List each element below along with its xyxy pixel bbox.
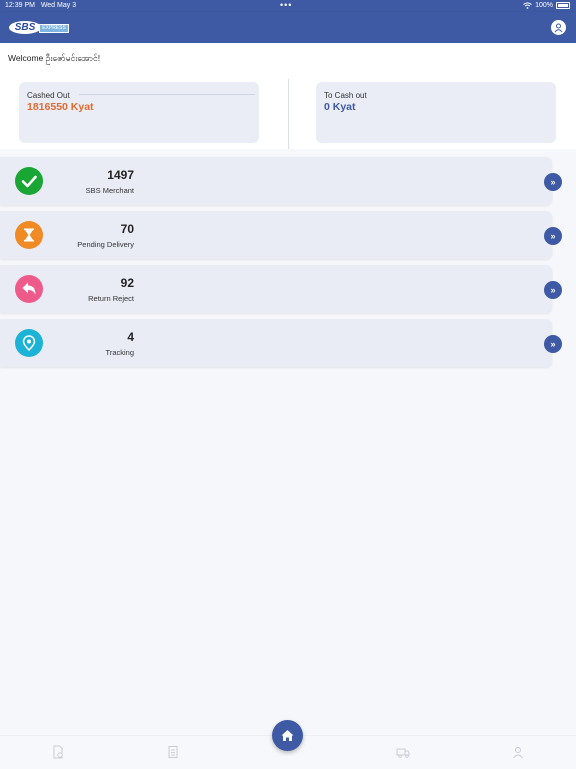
row-return-reject[interactable]: 92 Return Reject <box>0 265 552 313</box>
status-time: 12:39 PM Wed May 3 <box>5 2 77 9</box>
logo-tag: EXPRESS <box>39 24 69 33</box>
tracking-arrow-button[interactable]: » <box>544 335 562 353</box>
row-label: Return Reject <box>88 294 134 303</box>
home-button[interactable] <box>272 720 303 751</box>
status-right: 100% <box>523 2 570 9</box>
nav-document-icon[interactable] <box>51 745 65 759</box>
nav-list-icon[interactable] <box>166 745 180 759</box>
row-count: 92 <box>120 276 134 290</box>
row-label: Pending Delivery <box>77 240 134 249</box>
sbs-logo: SBS EXPRESS <box>9 21 69 34</box>
sbs-merchant-arrow-button[interactable]: » <box>544 173 562 191</box>
return-arrow-icon <box>15 275 43 303</box>
row-count: 1497 <box>107 168 134 182</box>
return-reject-arrow-button[interactable]: » <box>544 281 562 299</box>
pending-delivery-arrow-button[interactable]: » <box>544 227 562 245</box>
to-cash-out-value: 0 Kyat <box>324 101 356 113</box>
battery-icon <box>556 2 570 9</box>
row-sbs-merchant[interactable]: 1497 SBS Merchant <box>0 157 552 205</box>
row-count: 4 <box>127 330 134 344</box>
logo-oval: SBS <box>9 21 41 34</box>
cashed-out-value: 1816550 Kyat <box>27 101 94 113</box>
multitask-dots[interactable]: ••• <box>280 0 292 10</box>
row-count: 70 <box>120 222 134 236</box>
summary-divider <box>288 79 289 149</box>
profile-button[interactable] <box>551 20 566 35</box>
row-label: Tracking <box>105 348 134 357</box>
to-cash-out-card[interactable]: To Cash out 0 Kyat <box>316 82 556 143</box>
location-pin-icon <box>15 329 43 357</box>
welcome-text: Welcome ဦးဇော်မင်းအောင်! <box>8 53 101 63</box>
row-pending-delivery[interactable]: 70 Pending Delivery <box>0 211 552 259</box>
cashed-out-divider <box>79 94 255 95</box>
home-icon <box>281 730 294 741</box>
app-header: SBS EXPRESS <box>0 12 576 43</box>
nav-profile-icon[interactable] <box>511 745 525 759</box>
check-icon <box>15 167 43 195</box>
welcome-bar: Welcome ဦးဇော်မင်းအောင်! <box>0 43 576 71</box>
row-label: SBS Merchant <box>85 186 134 195</box>
cashed-out-card[interactable]: Cashed Out 1816550 Kyat <box>19 82 259 143</box>
to-cash-out-label: To Cash out <box>324 91 367 100</box>
status-bar: 12:39 PM Wed May 3 ••• 100% <box>0 0 576 12</box>
row-tracking[interactable]: 4 Tracking <box>0 319 552 367</box>
wifi-icon <box>523 2 532 9</box>
nav-truck-icon[interactable] <box>396 745 410 759</box>
battery-percent: 100% <box>535 2 553 9</box>
cashed-out-label: Cashed Out <box>27 91 70 100</box>
user-icon <box>554 23 563 33</box>
hourglass-icon <box>15 221 43 249</box>
